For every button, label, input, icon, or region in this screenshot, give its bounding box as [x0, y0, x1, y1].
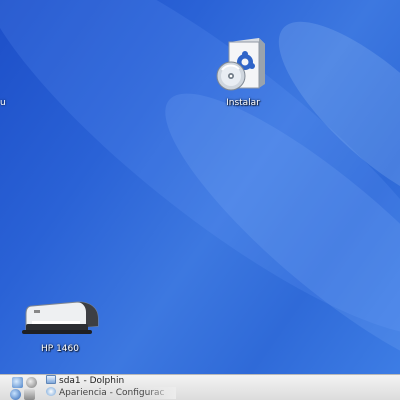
- settings-icon[interactable]: [24, 389, 35, 400]
- text-fade: [146, 387, 176, 399]
- install-package-icon: [216, 38, 265, 91]
- desktop-icon-label: HP 1460: [41, 344, 79, 354]
- desktop-icon-hp-1460[interactable]: HP 1460: [18, 300, 102, 355]
- browser-icon[interactable]: [10, 389, 21, 400]
- taskbar: sda1 - Dolphin Apariencia - Configurac: [0, 374, 400, 400]
- appearance-icon: [46, 387, 56, 396]
- taskbar-item-apariencia[interactable]: Apariencia - Configurac: [46, 387, 176, 399]
- folder-icon: [46, 375, 56, 384]
- network-icon[interactable]: [12, 377, 23, 388]
- taskbar-item-label: sda1 - Dolphin: [59, 376, 125, 386]
- wallpaper-streak: [133, 57, 400, 400]
- desktop-icon-label: Instalar: [226, 98, 260, 108]
- quick-launch: [2, 376, 40, 400]
- desktop-icon-instalar[interactable]: Instalar: [204, 32, 282, 109]
- taskbar-item-dolphin[interactable]: sda1 - Dolphin: [46, 375, 176, 387]
- desktop-partial-label: u: [0, 98, 6, 108]
- printer-icon: [22, 301, 99, 334]
- clock-icon[interactable]: [26, 377, 37, 388]
